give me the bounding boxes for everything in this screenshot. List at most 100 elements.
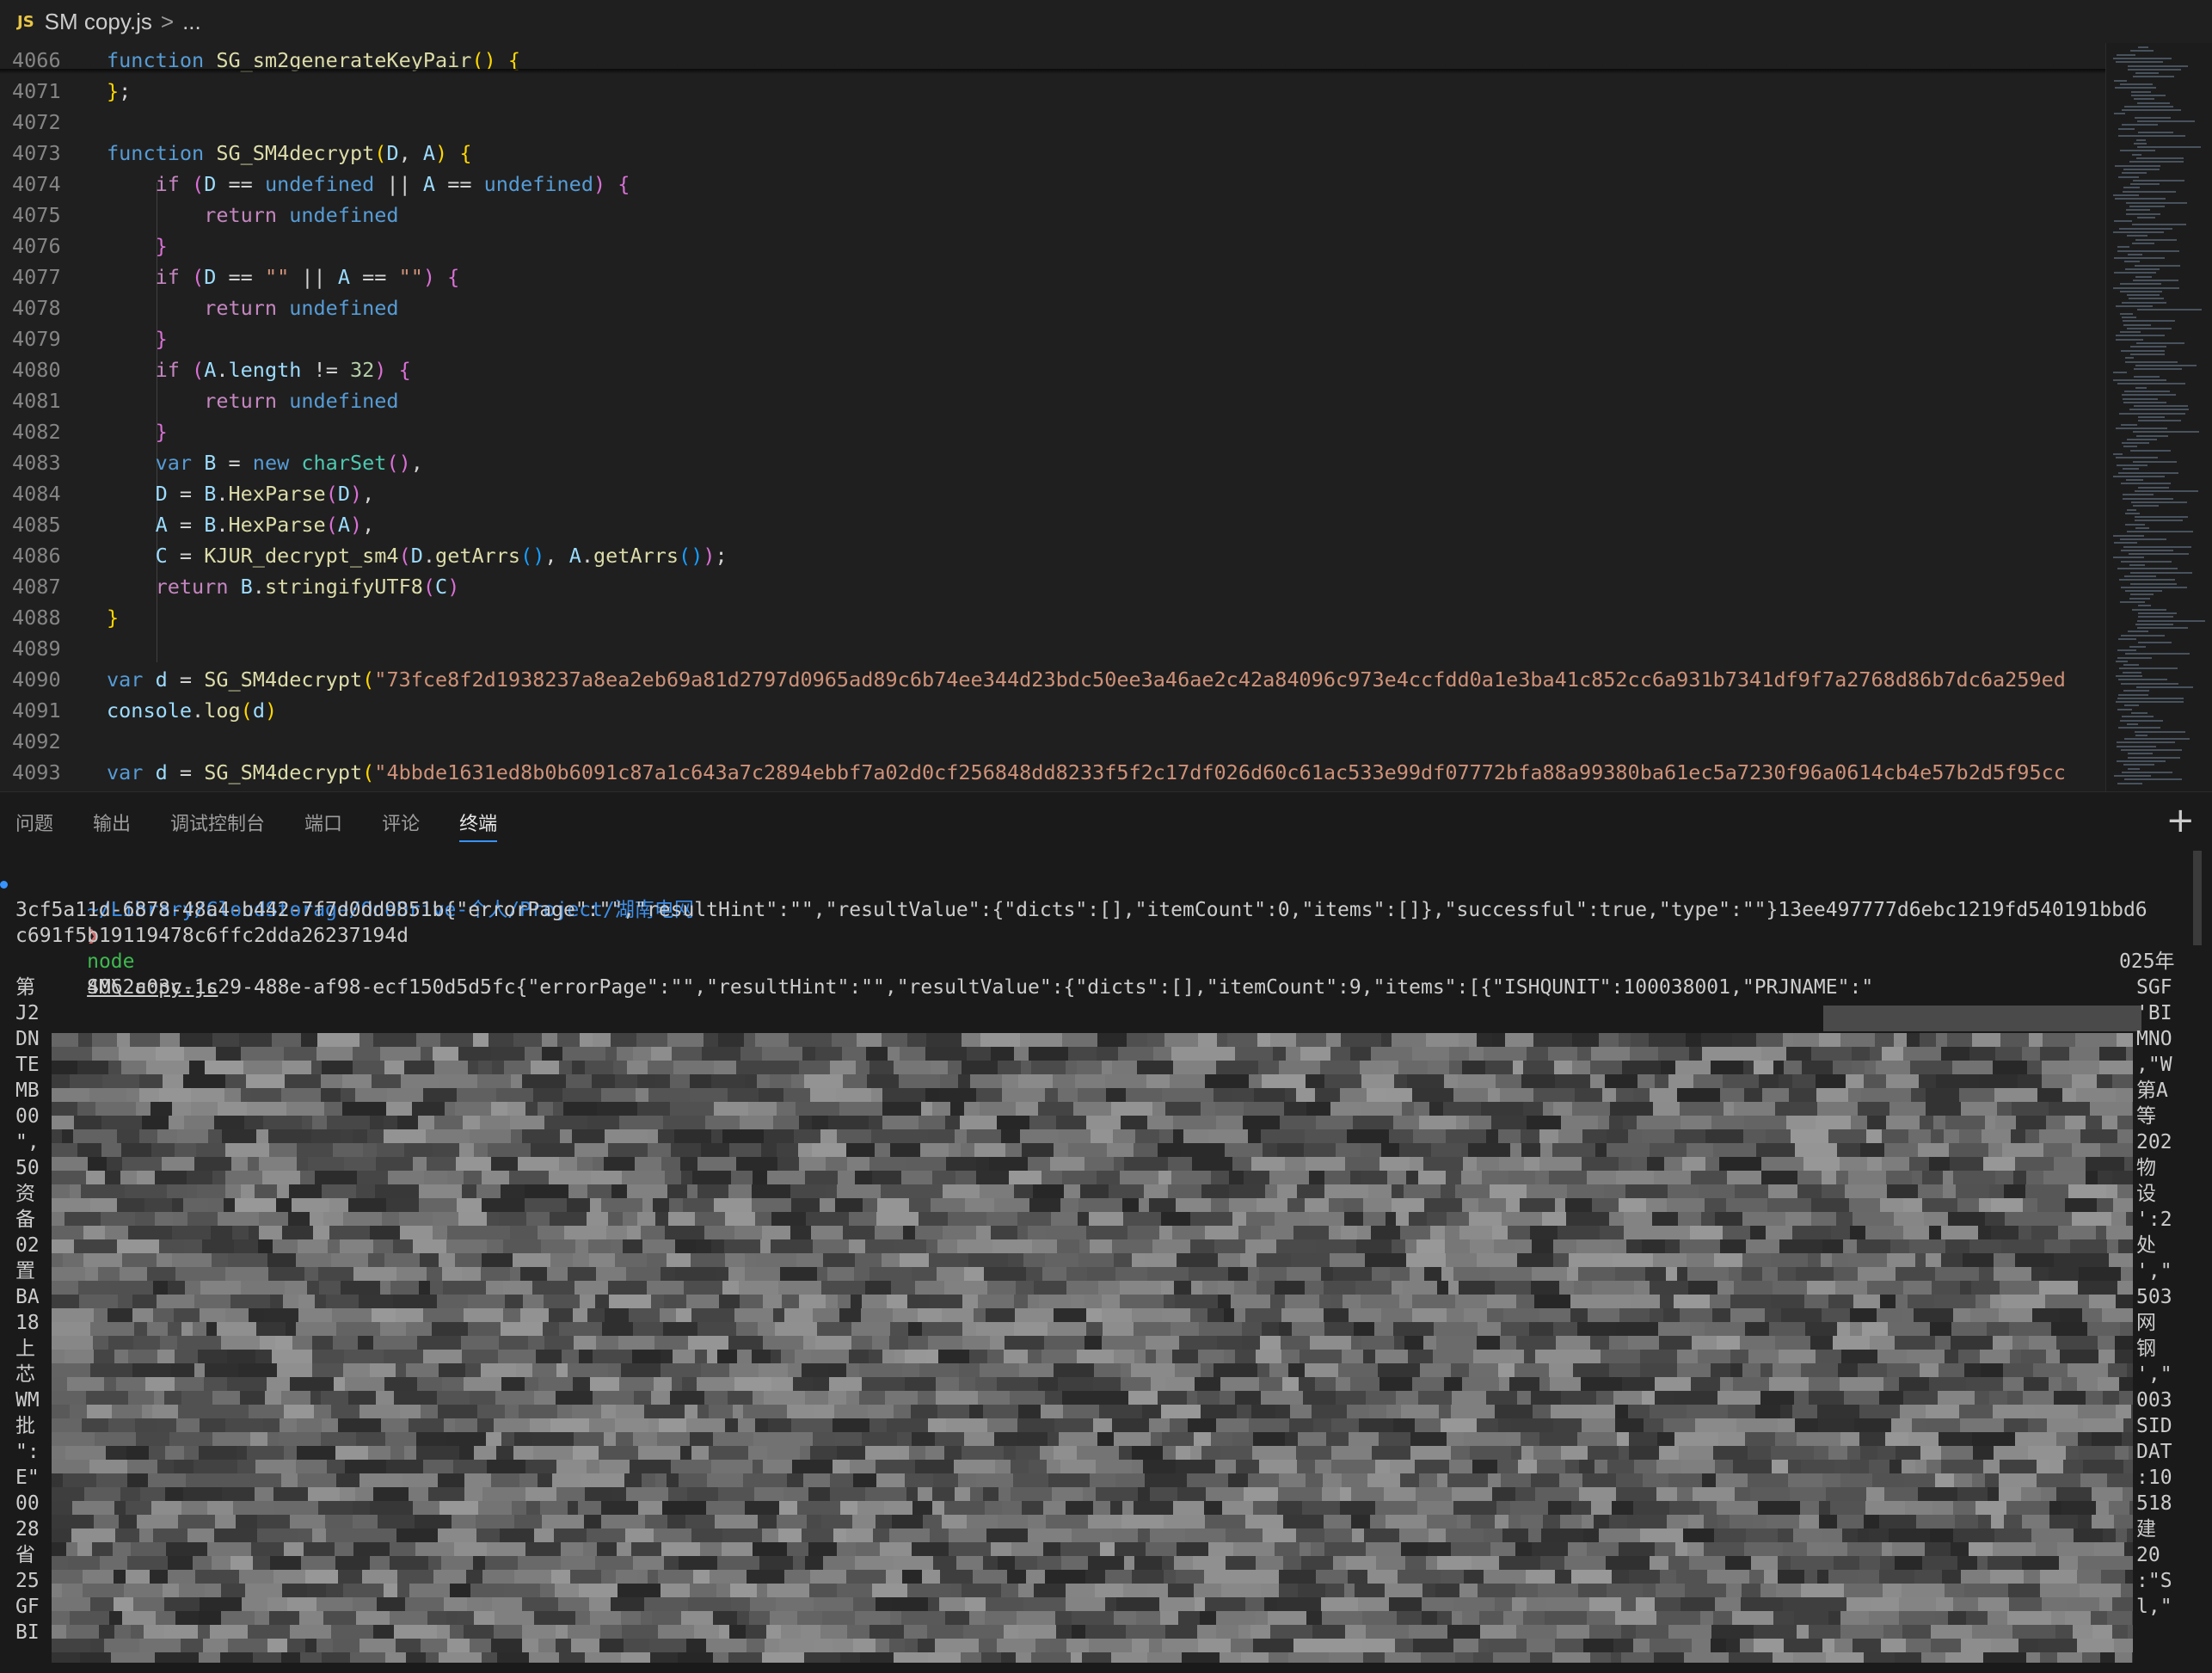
line-number: 4084 <box>12 482 61 506</box>
terminal-fragment: DN <box>15 1028 40 1050</box>
code-line[interactable]: 4092 <box>0 726 2105 757</box>
terminal-fragment: 28 <box>15 1518 40 1541</box>
code-line[interactable]: 4071}; <box>0 76 2105 107</box>
panel-tab[interactable]: 调试控制台 <box>170 792 265 852</box>
line-number: 4075 <box>12 203 61 227</box>
terminal-output-line-3-tail: 025年 <box>2119 950 2175 973</box>
terminal-fragment: 003 <box>2136 1389 2172 1412</box>
minimap[interactable] <box>2105 43 2212 791</box>
terminal-fragment: 第 <box>15 976 35 999</box>
new-terminal-icon[interactable]: + <box>2166 801 2195 840</box>
terminal-fragment: :10 <box>2136 1467 2172 1489</box>
terminal-fragment: 资 <box>15 1183 35 1205</box>
code-text: } <box>107 606 120 630</box>
code-line[interactable]: 4075 return undefined <box>0 200 2105 231</box>
code-line[interactable]: 4078 return undefined <box>0 292 2105 323</box>
terminal-fragment: J2 <box>15 1002 40 1024</box>
line-number: 4093 <box>12 760 61 784</box>
line-number: 4083 <box>12 451 61 475</box>
line-number: 4090 <box>12 667 61 692</box>
code-editor[interactable]: 4066 function SG_sm2generateKeyPair() {40… <box>0 43 2105 791</box>
panel-tab[interactable]: 端口 <box>304 792 342 852</box>
line-number: 4071 <box>12 79 61 103</box>
terminal-fragment: 20 <box>2136 1544 2160 1566</box>
code-line[interactable]: 4072 <box>0 107 2105 138</box>
code-text: if (A.length != 32) { <box>155 358 411 382</box>
panel-tab[interactable]: 输出 <box>93 792 131 852</box>
code-line[interactable]: 4079 } <box>0 323 2105 354</box>
line-number: 4091 <box>12 698 61 723</box>
line-number: 4080 <box>12 358 61 382</box>
terminal-output-line-3-text: 4062a03c-1c29-488e-af98-ecf150d5d5fc{"er… <box>87 976 1874 999</box>
code-text: } <box>155 327 168 351</box>
breadcrumb-file[interactable]: SM copy.js <box>45 9 152 35</box>
line-number: 4092 <box>12 729 61 753</box>
code-line[interactable]: 4080 if (A.length != 32) { <box>0 354 2105 385</box>
chevron-right-icon: > <box>160 8 175 34</box>
breadcrumb-more[interactable]: ... <box>182 9 201 35</box>
panel-tab[interactable]: 终端 <box>459 792 498 852</box>
panel-tab[interactable]: 评论 <box>382 792 420 852</box>
redacted-region <box>1823 1006 2141 1031</box>
terminal-fragment: SGF <box>2136 976 2172 999</box>
terminal-fragment: SID <box>2136 1415 2172 1437</box>
code-text: return undefined <box>204 203 399 227</box>
terminal-fragment: TE <box>15 1054 40 1076</box>
line-number: 4088 <box>12 606 61 630</box>
terminal-fragment: '," <box>2136 1363 2172 1386</box>
breadcrumb: JS SM copy.js > ... <box>0 0 2212 43</box>
code-line[interactable]: 4073 function SG_SM4decrypt(D, A) { <box>0 138 2105 169</box>
terminal-fragment: 00 <box>15 1105 40 1128</box>
terminal-fragment: GF <box>15 1596 40 1618</box>
terminal-fragment: 置 <box>15 1260 35 1282</box>
line-number: 4077 <box>12 265 61 289</box>
code-line[interactable]: 4087 return B.stringifyUTF8(C) <box>0 571 2105 602</box>
terminal-fragment: ", <box>15 1131 40 1153</box>
terminal-fragment: 芯 <box>15 1363 35 1386</box>
code-line[interactable]: 4081 return undefined <box>0 385 2105 416</box>
terminal-fragment: MNO <box>2136 1028 2172 1050</box>
code-text: return B.stringifyUTF8(C) <box>155 575 460 599</box>
terminal-fragment: 批 <box>15 1415 35 1437</box>
code-line[interactable]: 4086 C = KJUR_decrypt_sm4(D.getArrs(), A… <box>0 540 2105 571</box>
terminal-fragment: 处 <box>2136 1234 2156 1257</box>
terminal-output[interactable]: ~/Library/CloudStorage/OneDrive-个人/Proje… <box>0 871 2184 1663</box>
code-line[interactable]: 4090 var d = SG_SM4decrypt("73fce8f2d1938… <box>0 664 2105 695</box>
code-line[interactable]: 4082 } <box>0 416 2105 447</box>
line-number: 4085 <box>12 513 61 537</box>
line-number: 4073 <box>12 141 61 165</box>
line-number: 4082 <box>12 420 61 444</box>
line-number: 4074 <box>12 172 61 196</box>
code-line[interactable]: 4085 A = B.HexParse(A), <box>0 509 2105 540</box>
panel-tab[interactable]: 问题 <box>15 792 53 852</box>
redacted-output-block <box>52 1033 2133 1663</box>
code-line[interactable]: 4077 if (D == "" || A == "") { <box>0 261 2105 292</box>
code-line[interactable]: 4076 } <box>0 231 2105 261</box>
terminal-fragment: 网 <box>2136 1312 2156 1334</box>
line-number: 4086 <box>12 544 61 568</box>
javascript-file-icon: JS <box>17 12 34 31</box>
terminal-command-dot-icon <box>0 881 8 889</box>
terminal-fragment: 钢 <box>2136 1338 2156 1360</box>
line-number: 4076 <box>12 234 61 258</box>
code-text: if (D == undefined || A == undefined) { <box>155 172 630 196</box>
code-line[interactable]: 4091 console.log(d) <box>0 695 2105 726</box>
terminal-fragment: WM <box>15 1389 40 1412</box>
code-line[interactable]: 4088} <box>0 602 2105 633</box>
terminal-fragment: E" <box>15 1467 40 1489</box>
code-line[interactable]: 4074 if (D == undefined || A == undefine… <box>0 169 2105 200</box>
line-number: 4089 <box>12 637 61 661</box>
line-number: 4078 <box>12 296 61 320</box>
terminal-fragment: 25 <box>15 1570 40 1592</box>
code-text: return undefined <box>204 296 399 320</box>
terminal-output-line-2: c691f5b19119478c6ffc2dda26237194d <box>15 925 409 947</box>
code-line[interactable]: 4093 var d = SG_SM4decrypt("4bbde1631ed8b… <box>0 757 2105 788</box>
terminal-fragment: 第A <box>2136 1079 2168 1102</box>
code-text: } <box>155 420 168 444</box>
terminal-scrollbar[interactable] <box>2193 851 2202 945</box>
code-line[interactable]: 4084 D = B.HexParse(D), <box>0 478 2105 509</box>
code-line[interactable]: 4083 var B = new charSet(), <box>0 447 2105 478</box>
code-line[interactable]: 4089 <box>0 633 2105 664</box>
bottom-panel: 问题 输出 调试控制台 端口 评论 终端 + ~/Library/CloudStorage… <box>0 791 2212 1673</box>
terminal-fragment: 'BI <box>2136 1002 2172 1024</box>
